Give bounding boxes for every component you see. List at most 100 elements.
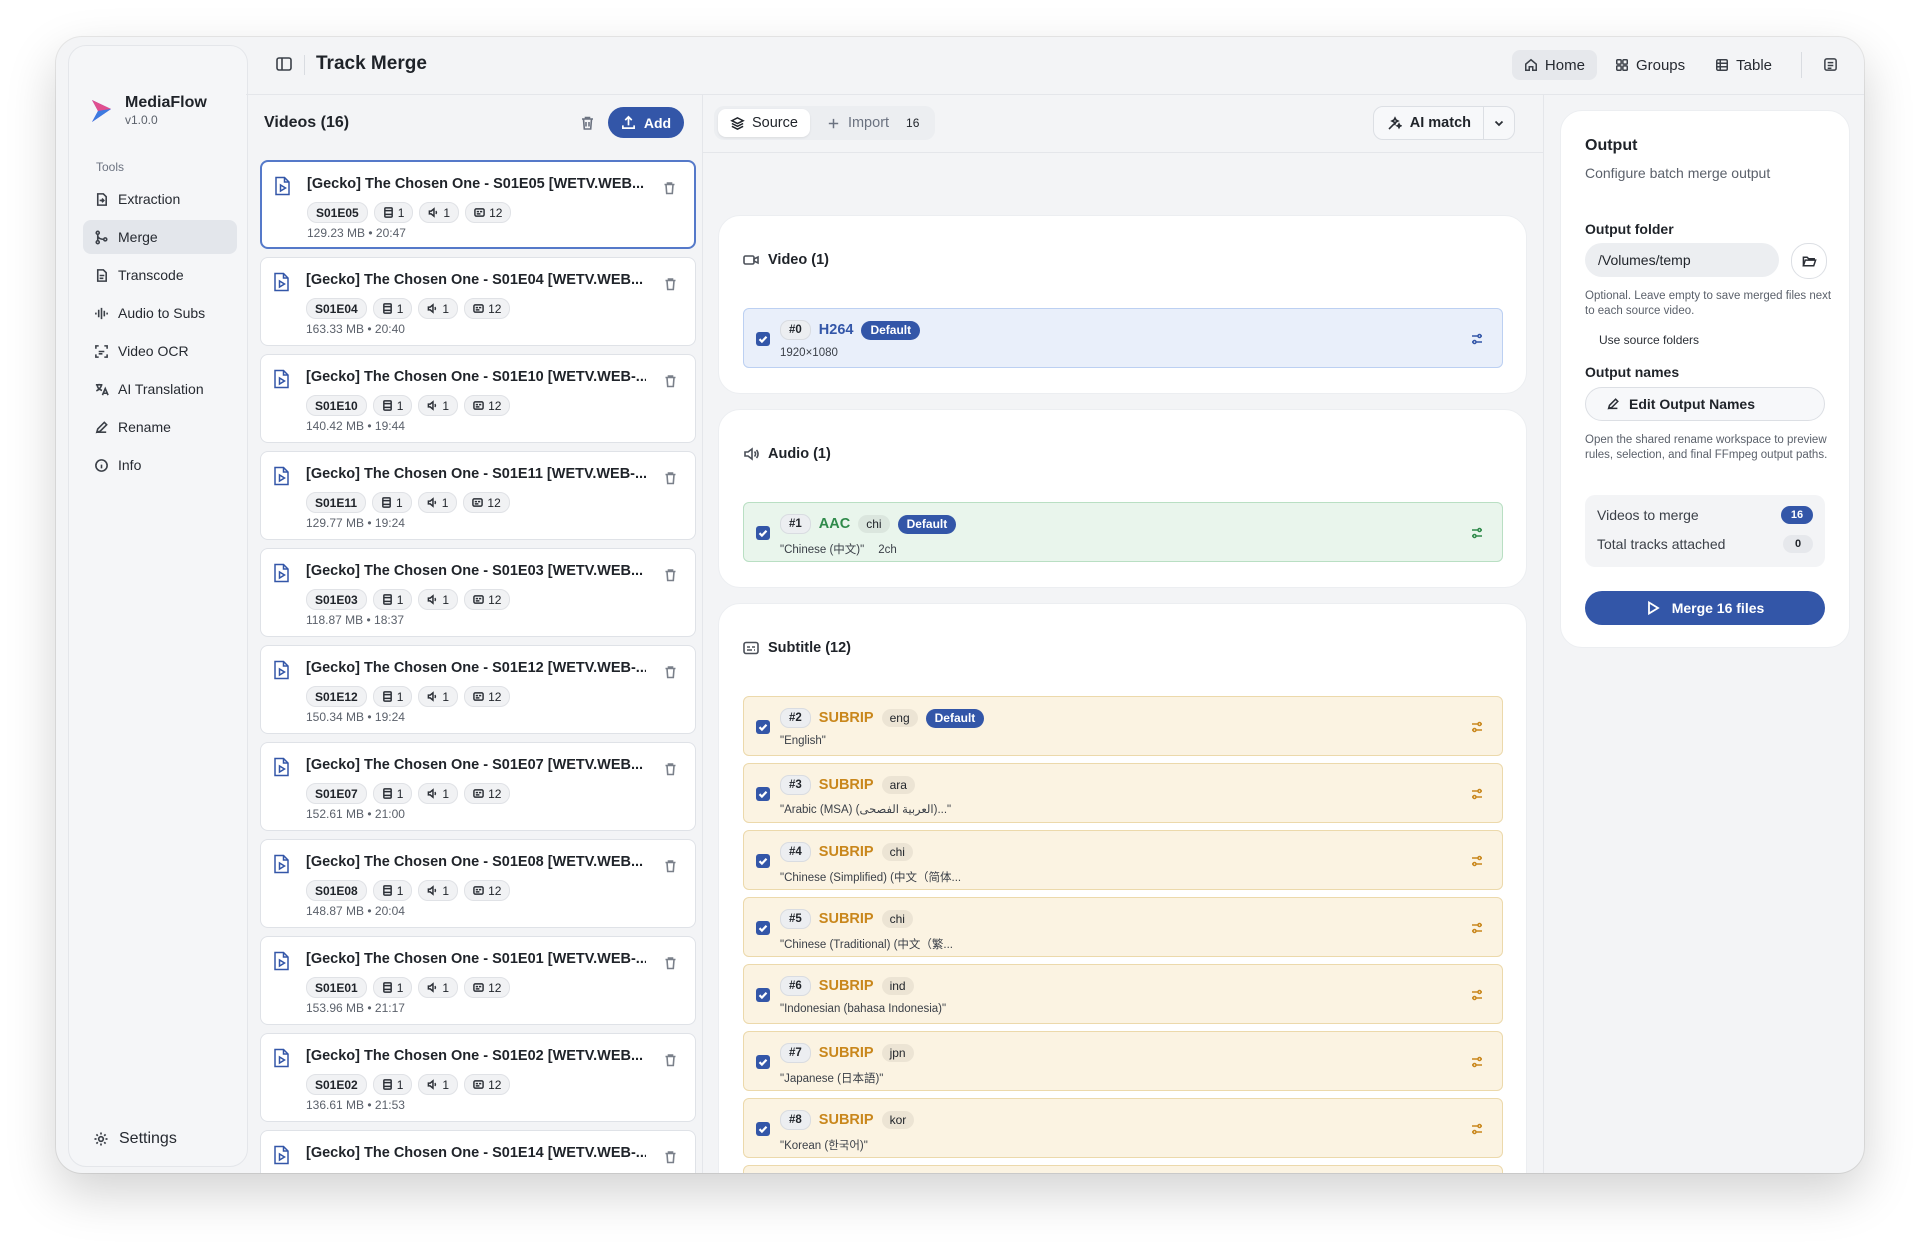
track-index: #1: [780, 514, 811, 534]
sub-track-row[interactable]: #2 SUBRIP eng Default "English": [743, 696, 1503, 756]
sub-track-row[interactable]: #3 SUBRIP ara "Arabic (MSA) (العربية الفصحى…: [743, 763, 1503, 823]
track-checkbox[interactable]: [756, 921, 770, 935]
output-folder-input[interactable]: /Volumes/temp: [1585, 243, 1779, 277]
tab-import[interactable]: Import 16: [814, 109, 931, 137]
clipboard-list-icon[interactable]: [1823, 57, 1838, 72]
video-card[interactable]: [Gecko] The Chosen One - S01E14 [WETV.WE…: [260, 1130, 696, 1173]
edit-output-names-button[interactable]: Edit Output Names: [1585, 387, 1825, 421]
trash-icon[interactable]: [664, 374, 677, 388]
adjust-settings-icon[interactable]: [1470, 988, 1484, 1002]
add-button-label: Add: [643, 114, 672, 131]
tab-source[interactable]: Source: [718, 109, 810, 137]
adjust-settings-icon[interactable]: [1470, 921, 1484, 935]
trash-icon[interactable]: [663, 181, 676, 195]
ai-match-button[interactable]: AI match: [1374, 107, 1484, 139]
merge-button[interactable]: Merge 16 files: [1585, 591, 1825, 625]
film-icon: [382, 400, 392, 411]
sidebar-item-audio-to-subs[interactable]: Audio to Subs: [83, 296, 237, 330]
sub-track-row[interactable]: #5 SUBRIP chi "Chinese (Traditional) (中文（繁.…: [743, 897, 1503, 957]
video-title: [Gecko] The Chosen One - S01E04 [WETV.WE…: [306, 272, 644, 288]
track-checkbox[interactable]: [756, 988, 770, 1002]
sub-track-row[interactable]: #6 SUBRIP ind "Indonesian (bahasa Indonesia…: [743, 964, 1503, 1024]
adjust-settings-icon[interactable]: [1470, 1122, 1484, 1136]
sidebar-item-merge[interactable]: Merge: [83, 220, 237, 254]
track-details: "Chinese (中文)" 2ch: [780, 541, 897, 557]
video-card[interactable]: [Gecko] The Chosen One - S01E03 [WETV.WE…: [260, 548, 696, 637]
nav-home-button[interactable]: Home: [1511, 50, 1597, 80]
adjust-settings-icon[interactable]: [1470, 1055, 1484, 1069]
track-checkbox[interactable]: [756, 720, 770, 734]
sidebar-item-video-ocr[interactable]: Video OCR: [83, 334, 237, 368]
trash-icon[interactable]: [664, 1150, 677, 1164]
video-card[interactable]: [Gecko] The Chosen One - S01E01 [WETV.WE…: [260, 936, 696, 1025]
video-card[interactable]: [Gecko] The Chosen One - S01E05 [WETV.WE…: [260, 160, 696, 249]
video-card[interactable]: [Gecko] The Chosen One - S01E10 [WETV.WE…: [260, 354, 696, 443]
video-card[interactable]: [Gecko] The Chosen One - S01E02 [WETV.WE…: [260, 1033, 696, 1122]
settings-button[interactable]: Settings: [93, 1130, 177, 1148]
video-track-count: 1: [396, 1077, 404, 1092]
edit-output-names-label: Edit Output Names: [1629, 396, 1756, 412]
episode-chip: S01E12: [306, 686, 367, 707]
episode-chip: S01E11: [306, 492, 367, 513]
video-card[interactable]: [Gecko] The Chosen One - S01E11 [WETV.WE…: [260, 451, 696, 540]
track-checkbox[interactable]: [756, 332, 770, 346]
subtitle-track-count: 12: [488, 592, 502, 607]
trash-icon[interactable]: [664, 568, 677, 582]
sub-track-row[interactable]: #4 SUBRIP chi "Chinese (Simplified) (中文（简体.…: [743, 830, 1503, 890]
sidebar-item-rename[interactable]: Rename: [83, 410, 237, 444]
track-checkbox[interactable]: [756, 526, 770, 540]
use-source-folders-button[interactable]: Use source folders: [1599, 333, 1699, 347]
episode-chip: S01E04: [306, 298, 367, 319]
sidebar-toggle-icon[interactable]: [276, 57, 292, 71]
episode-chip: S01E10: [306, 395, 367, 416]
sub-track-row[interactable]: #7 SUBRIP jpn "Japanese (日本語)": [743, 1031, 1503, 1091]
trash-icon[interactable]: [664, 665, 677, 679]
adjust-settings-icon[interactable]: [1470, 720, 1484, 734]
video-track-row[interactable]: #0 H264 Default 1920×1080: [743, 308, 1503, 368]
nav-groups-button[interactable]: Groups: [1603, 50, 1697, 80]
sidebar-item-transcode[interactable]: Transcode: [83, 258, 237, 292]
video-track-chips: S01E10 1 1 12: [306, 395, 511, 416]
sidebar-item-extraction[interactable]: Extraction: [83, 182, 237, 216]
track-codec: SUBRIP: [818, 1112, 874, 1128]
sidebar-item-ai-translation[interactable]: AI Translation: [83, 372, 237, 406]
video-track-count: 1: [396, 883, 404, 898]
sub-track-row[interactable]: #8 SUBRIP kor "Korean (한국어)": [743, 1098, 1503, 1158]
add-button[interactable]: Add: [608, 107, 684, 138]
nav-table-button[interactable]: Table: [1703, 50, 1784, 80]
audio-track-count-chip: 1: [417, 492, 458, 513]
trash-icon[interactable]: [664, 859, 677, 873]
video-card[interactable]: [Gecko] The Chosen One - S01E12 [WETV.WE…: [260, 645, 696, 734]
adjust-settings-icon[interactable]: [1470, 854, 1484, 868]
adjust-settings-icon[interactable]: [1470, 332, 1484, 346]
videos-to-merge-label: Videos to merge: [1597, 507, 1699, 523]
ai-match-control: AI match: [1372, 106, 1515, 140]
video-title: [Gecko] The Chosen One - S01E14 [WETV.WE…: [306, 1145, 646, 1161]
track-checkbox[interactable]: [756, 1122, 770, 1136]
video-title: [Gecko] The Chosen One - S01E02 [WETV.WE…: [306, 1048, 644, 1064]
video-track-count-chip: 1: [372, 686, 413, 707]
trash-icon[interactable]: [664, 956, 677, 970]
trash-icon[interactable]: [664, 277, 677, 291]
trash-icon[interactable]: [580, 115, 595, 131]
adjust-settings-icon[interactable]: [1470, 787, 1484, 801]
ai-match-dropdown[interactable]: [1484, 107, 1514, 139]
video-card[interactable]: [Gecko] The Chosen One - S01E07 [WETV.WE…: [260, 742, 696, 831]
track-checkbox[interactable]: [756, 787, 770, 801]
track-checkbox[interactable]: [756, 1055, 770, 1069]
audio-track-row[interactable]: #1 AAC chi Default "Chinese (中文)" 2ch: [743, 502, 1503, 562]
track-header: #2 SUBRIP eng Default: [780, 708, 985, 728]
trash-icon[interactable]: [664, 762, 677, 776]
sub-track-row[interactable]: #9SUBRIPmay"Malay (bahasa Melayu)": [743, 1165, 1503, 1173]
trash-icon[interactable]: [664, 471, 677, 485]
browse-folder-button[interactable]: [1791, 243, 1827, 279]
trash-icon[interactable]: [664, 1053, 677, 1067]
subtitle-track-count-chip: 12: [464, 686, 511, 707]
adjust-settings-icon[interactable]: [1470, 526, 1484, 540]
output-card: Output Configure batch merge output Outp…: [1560, 110, 1850, 648]
track-checkbox[interactable]: [756, 854, 770, 868]
video-card[interactable]: [Gecko] The Chosen One - S01E08 [WETV.WE…: [260, 839, 696, 928]
video-card[interactable]: [Gecko] The Chosen One - S01E04 [WETV.WE…: [260, 257, 696, 346]
sidebar-item-info[interactable]: Info: [83, 448, 237, 482]
video-duration: • 21:53: [367, 1098, 405, 1112]
